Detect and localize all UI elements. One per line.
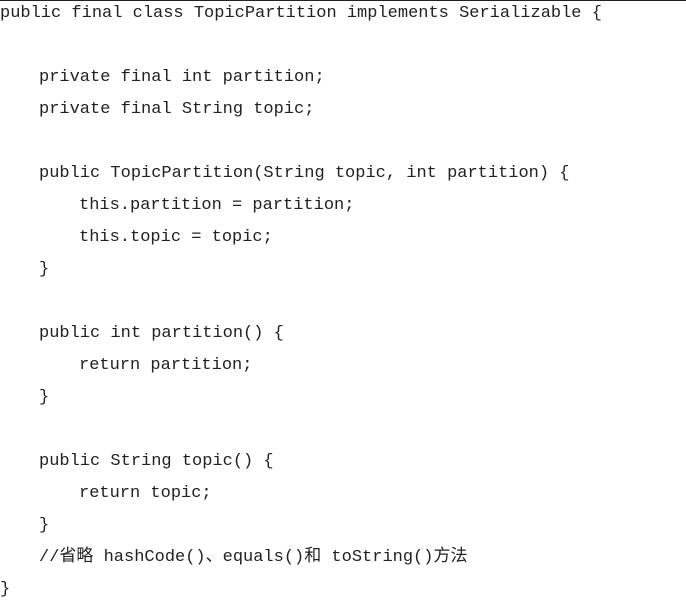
code-line-assign-topic: this.topic = topic; xyxy=(79,228,273,247)
code-line-partition-method: public int partition() { xyxy=(39,324,284,343)
code-line-topic-method-close: } xyxy=(39,516,50,535)
code-line-constructor-close: } xyxy=(39,260,50,279)
code-line-class-close: } xyxy=(0,580,11,599)
code-line-return-partition: return partition; xyxy=(79,356,253,375)
code-line-class-declaration: public final class TopicPartition implem… xyxy=(0,4,602,23)
code-line-omitted-methods-comment: //省略 hashCode()、equals()和 toString()方法 xyxy=(39,548,468,567)
code-line-constructor-signature: public TopicPartition(String topic, int … xyxy=(39,164,570,183)
code-line-return-topic: return topic; xyxy=(79,484,212,503)
code-line-partition-field: private final int partition; xyxy=(39,68,325,87)
code-line-assign-partition: this.partition = partition; xyxy=(79,196,355,215)
code-line-topic-method: public String topic() { xyxy=(39,452,274,471)
code-line-topic-field: private final String topic; xyxy=(39,100,315,119)
code-line-partition-method-close: } xyxy=(39,388,50,407)
code-listing: public final class TopicPartition implem… xyxy=(0,0,686,599)
